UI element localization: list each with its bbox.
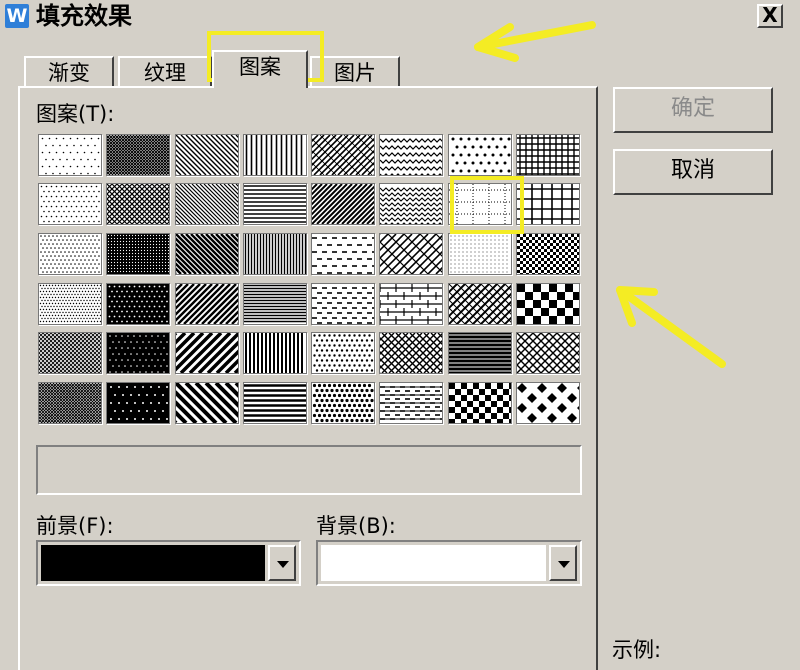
pattern-swatch[interactable]: [36, 279, 104, 329]
pattern-swatch[interactable]: [309, 329, 377, 379]
foreground-label: 前景(F):: [36, 514, 114, 538]
pattern-swatch[interactable]: [377, 279, 445, 329]
pattern-swatch[interactable]: [309, 279, 377, 329]
pattern-label: 图案(T):: [36, 102, 115, 126]
pattern-swatch[interactable]: [173, 279, 241, 329]
pattern-swatch[interactable]: [173, 180, 241, 230]
pattern-swatch[interactable]: [36, 130, 104, 180]
background-label: 背景(B):: [316, 514, 396, 538]
close-button[interactable]: X: [757, 4, 783, 28]
pattern-swatch[interactable]: [241, 180, 309, 230]
pattern-swatch[interactable]: [446, 329, 514, 379]
pattern-swatch[interactable]: [309, 180, 377, 230]
pattern-swatch[interactable]: [173, 378, 241, 428]
pattern-swatch[interactable]: [241, 229, 309, 279]
pattern-swatch[interactable]: [173, 229, 241, 279]
pattern-swatch[interactable]: [377, 229, 445, 279]
pattern-swatch[interactable]: [36, 229, 104, 279]
pattern-swatch[interactable]: [446, 229, 514, 279]
pattern-swatch[interactable]: [514, 229, 582, 279]
background-color-swatch: [321, 545, 546, 581]
pattern-swatch[interactable]: [173, 329, 241, 379]
pattern-swatch[interactable]: [104, 378, 172, 428]
pattern-swatch[interactable]: [446, 279, 514, 329]
title-bar: W 填充效果 X: [0, 0, 800, 32]
pattern-swatch[interactable]: [241, 130, 309, 180]
ok-button[interactable]: 确定: [613, 87, 773, 133]
app-icon: W: [5, 4, 29, 28]
chevron-down-icon[interactable]: [549, 545, 577, 581]
arrow-head-grid: [616, 286, 658, 327]
chevron-down-icon[interactable]: [268, 545, 296, 581]
pattern-swatch[interactable]: [446, 378, 514, 428]
pattern-swatch[interactable]: [446, 130, 514, 180]
pattern-swatch[interactable]: [309, 229, 377, 279]
pattern-swatch[interactable]: [309, 378, 377, 428]
pattern-swatch[interactable]: [377, 180, 445, 230]
pattern-description-box: [36, 445, 582, 495]
arrow-to-grid: [616, 286, 726, 368]
foreground-color-swatch: [41, 545, 265, 581]
pattern-swatch[interactable]: [309, 130, 377, 180]
pattern-swatch[interactable]: [104, 130, 172, 180]
tab-texture[interactable]: 纹理: [118, 56, 212, 88]
tab-pattern[interactable]: 图案: [212, 50, 308, 88]
pattern-swatch[interactable]: [36, 329, 104, 379]
pattern-swatch[interactable]: [241, 378, 309, 428]
background-color-select[interactable]: [316, 540, 582, 586]
pattern-swatch[interactable]: [104, 229, 172, 279]
pattern-swatch[interactable]: [514, 279, 582, 329]
foreground-color-select[interactable]: [36, 540, 301, 586]
pattern-swatch[interactable]: [104, 279, 172, 329]
pattern-swatch[interactable]: [104, 180, 172, 230]
tab-gradient[interactable]: 渐变: [24, 56, 114, 88]
pattern-swatch[interactable]: [377, 378, 445, 428]
pattern-swatch[interactable]: [36, 378, 104, 428]
pattern-swatch[interactable]: [377, 130, 445, 180]
dialog-title: 填充效果: [36, 2, 132, 30]
pattern-swatch[interactable]: [173, 130, 241, 180]
pattern-swatch[interactable]: [514, 130, 582, 180]
highlight-box-pattern: [450, 176, 524, 234]
pattern-swatch[interactable]: [104, 329, 172, 379]
pattern-swatch[interactable]: [377, 329, 445, 379]
pattern-swatch[interactable]: [514, 378, 582, 428]
pattern-swatch[interactable]: [514, 329, 582, 379]
pattern-swatch[interactable]: [241, 329, 309, 379]
sample-label: 示例:: [612, 638, 662, 662]
pattern-grid: [36, 130, 582, 428]
cancel-button[interactable]: 取消: [613, 149, 773, 195]
pattern-swatch[interactable]: [36, 180, 104, 230]
pattern-swatch[interactable]: [241, 279, 309, 329]
